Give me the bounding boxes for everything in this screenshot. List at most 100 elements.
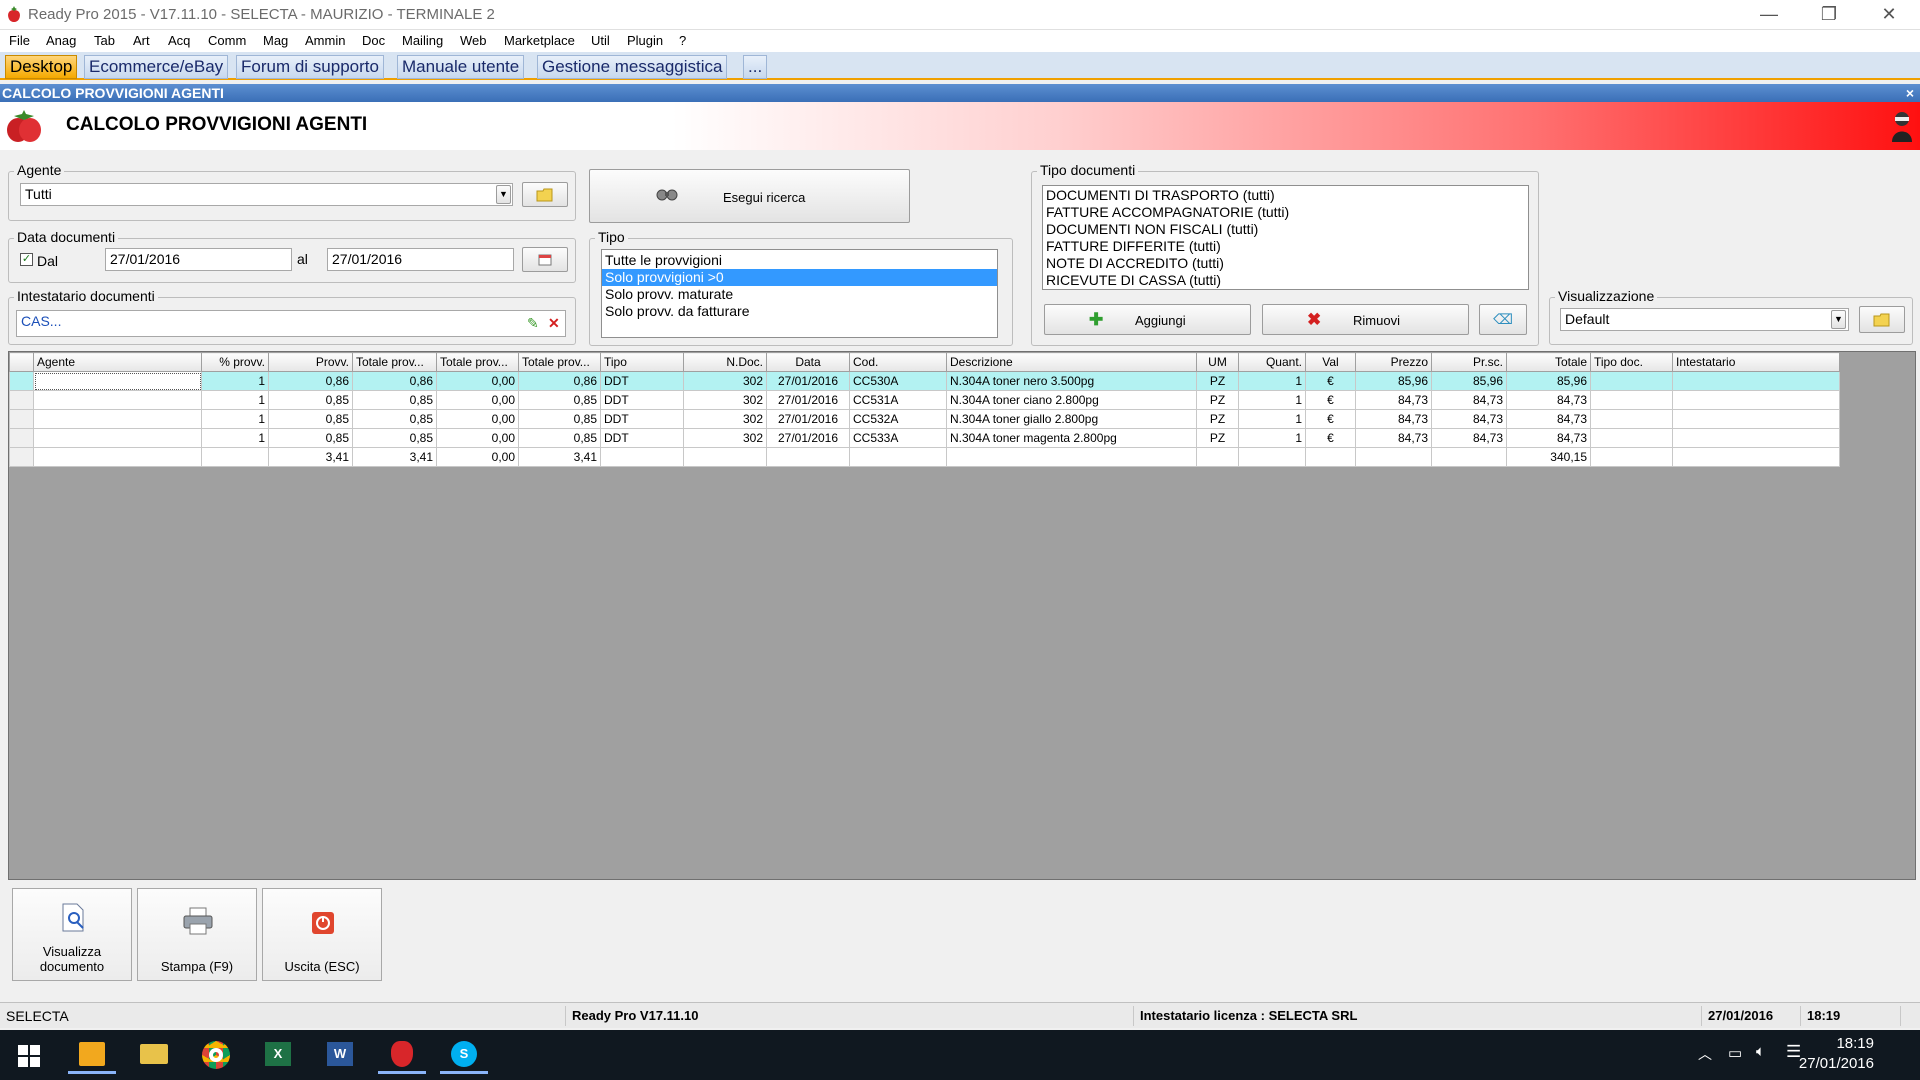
column-header[interactable]: Descrizione [946, 352, 1197, 372]
column-header[interactable]: Provv. [268, 352, 353, 372]
tab-ecommerce[interactable]: Ecommerce/eBay [84, 55, 229, 79]
rimuovi-button[interactable]: ✖ Rimuovi [1262, 304, 1469, 335]
user-avatar-icon[interactable] [1890, 110, 1914, 142]
chrome-icon[interactable] [192, 1036, 240, 1074]
table-row[interactable]: 1 0,85 0,85 0,00 0,85 DDT 302 27/01/2016… [9, 428, 1840, 448]
tab-messaggistica[interactable]: Gestione messaggistica [537, 55, 728, 79]
table-row-selected[interactable]: 1 0,86 0,86 0,00 0,86 DDT 302 27/01/2016… [9, 371, 1840, 391]
menu-doc[interactable]: Doc [362, 33, 385, 48]
close-window-button[interactable]: ✕ [1866, 0, 1912, 30]
column-header[interactable]: Data [766, 352, 850, 372]
aggiungi-button[interactable]: ✚ Aggiungi [1044, 304, 1251, 335]
menu-marketplace[interactable]: Marketplace [504, 33, 575, 48]
al-date-field[interactable]: 27/01/2016 [327, 248, 514, 271]
excel-icon[interactable]: X [254, 1036, 302, 1074]
tipo-documento-item[interactable]: FATTURE ACCOMPAGNATORIE (tutti) [1043, 204, 1528, 221]
menu-mag[interactable]: Mag [263, 33, 288, 48]
menu-plugin[interactable]: Plugin [627, 33, 663, 48]
menu-file[interactable]: File [9, 33, 30, 48]
tipo-option[interactable]: Solo provv. maturate [602, 286, 997, 303]
results-grid[interactable]: Agente % provv. Provv. Totale prov... To… [9, 352, 1840, 467]
column-header[interactable]: Totale [1506, 352, 1591, 372]
close-form-icon[interactable]: × [1906, 84, 1914, 102]
menu-mailing[interactable]: Mailing [402, 33, 443, 48]
clear-list-button[interactable]: ⌫ [1479, 304, 1527, 335]
row-indicator[interactable] [9, 371, 34, 391]
column-header[interactable]: Prezzo [1355, 352, 1432, 372]
network-icon[interactable]: ▭ [1728, 1044, 1742, 1062]
tipo-documento-item[interactable]: DOCUMENTI DI TRASPORTO (tutti) [1043, 187, 1528, 204]
column-header[interactable]: Quant. [1238, 352, 1306, 372]
column-header[interactable]: N.Doc. [683, 352, 767, 372]
skype-icon[interactable]: S [440, 1036, 488, 1074]
stampa-button[interactable]: Stampa (F9) [137, 888, 257, 981]
column-header[interactable]: % provv. [201, 352, 269, 372]
tipo-documenti-listbox[interactable]: DOCUMENTI DI TRASPORTO (tutti) FATTURE A… [1042, 185, 1529, 290]
column-header[interactable]: Totale prov... [518, 352, 601, 372]
visualizzazione-folder-button[interactable] [1859, 306, 1905, 333]
tab-forum[interactable]: Forum di supporto [236, 55, 384, 79]
tipo-documento-item[interactable]: NOTE DI ACCREDITO (tutti) [1043, 255, 1528, 272]
dal-checkbox[interactable]: ✓ [20, 253, 33, 266]
menu-art[interactable]: Art [133, 33, 150, 48]
tipo-documento-item[interactable]: FATTURE DIFFERITE (tutti) [1043, 238, 1528, 255]
table-row[interactable]: 1 0,85 0,85 0,00 0,85 DDT 302 27/01/2016… [9, 409, 1840, 429]
agente-select[interactable]: Tutti [20, 183, 513, 206]
visualizzazione-dropdown-icon[interactable]: ▼ [1831, 310, 1846, 329]
tipo-option-selected[interactable]: Solo provvigioni >0 [602, 269, 997, 286]
windows-start-icon[interactable] [18, 1045, 40, 1067]
visualizza-documento-button[interactable]: Visualizza documento [12, 888, 132, 981]
column-header[interactable]: Val [1305, 352, 1356, 372]
column-header[interactable]: Cod. [849, 352, 947, 372]
binoculars-icon [656, 189, 678, 201]
tray-chevron-icon[interactable]: ︿ [1698, 1044, 1712, 1064]
dal-date-field[interactable]: 27/01/2016 [105, 248, 292, 271]
menu-util[interactable]: Util [591, 33, 610, 48]
menu-acq[interactable]: Acq [168, 33, 190, 48]
tipo-documento-item[interactable]: DOCUMENTI NON FISCALI (tutti) [1043, 221, 1528, 238]
ready-pro-strawberry-icon[interactable] [378, 1036, 426, 1074]
clear-x-icon[interactable]: ✕ [548, 315, 560, 332]
row-indicator[interactable] [9, 428, 34, 448]
menu-tab[interactable]: Tab [94, 33, 115, 48]
uscita-button[interactable]: Uscita (ESC) [262, 888, 382, 981]
column-header[interactable]: Intestatario [1672, 352, 1840, 372]
tipo-option[interactable]: Solo provv. da fatturare [602, 303, 997, 320]
column-header[interactable]: Totale prov... [352, 352, 437, 372]
menu-ammin[interactable]: Ammin [305, 33, 345, 48]
edit-pencil-icon[interactable]: ✎ [527, 315, 539, 332]
file-explorer-icon[interactable] [130, 1036, 178, 1074]
menu-comm[interactable]: Comm [208, 33, 246, 48]
tipo-option[interactable]: Tutte le provvigioni [602, 252, 997, 269]
folder-icon [1873, 313, 1890, 327]
tab-more[interactable]: ... [743, 55, 768, 79]
menu-help[interactable]: ? [679, 33, 686, 48]
restore-button[interactable]: ❐ [1806, 0, 1852, 30]
menu-anag[interactable]: Anag [46, 33, 76, 48]
row-indicator[interactable] [9, 409, 34, 429]
column-header[interactable]: Tipo doc. [1590, 352, 1673, 372]
column-header[interactable]: Tipo [600, 352, 684, 372]
agente-dropdown-icon[interactable]: ▼ [496, 185, 511, 204]
visualizzazione-select[interactable]: Default [1560, 308, 1849, 331]
table-row[interactable]: 1 0,85 0,85 0,00 0,85 DDT 302 27/01/2016… [9, 390, 1840, 410]
word-icon[interactable]: W [316, 1036, 364, 1074]
agente-folder-button[interactable] [522, 182, 568, 207]
calendar-button[interactable] [522, 247, 568, 272]
column-header[interactable]: UM [1196, 352, 1239, 372]
taskbar-clock[interactable]: 18:19 27/01/2016 [1799, 1034, 1874, 1074]
outlook-icon[interactable] [68, 1036, 116, 1074]
esegui-ricerca-button[interactable]: Esegui ricerca [589, 169, 910, 223]
row-indicator[interactable] [9, 390, 34, 410]
volume-icon[interactable]: 🔈︎ [1756, 1043, 1765, 1060]
tipo-documento-item[interactable]: RICEVUTE DI CASSA (tutti) [1043, 272, 1528, 289]
menu-web[interactable]: Web [460, 33, 487, 48]
column-header[interactable]: Pr.sc. [1431, 352, 1507, 372]
tab-desktop[interactable]: Desktop [5, 55, 78, 79]
intestatario-field[interactable]: CAS... [16, 310, 566, 337]
minimize-button[interactable]: — [1746, 0, 1792, 30]
column-header[interactable]: Agente [33, 352, 202, 372]
tipo-listbox[interactable]: Tutte le provvigioni Solo provvigioni >0… [601, 249, 998, 338]
column-header[interactable]: Totale prov... [436, 352, 519, 372]
tab-manuale[interactable]: Manuale utente [397, 55, 525, 79]
